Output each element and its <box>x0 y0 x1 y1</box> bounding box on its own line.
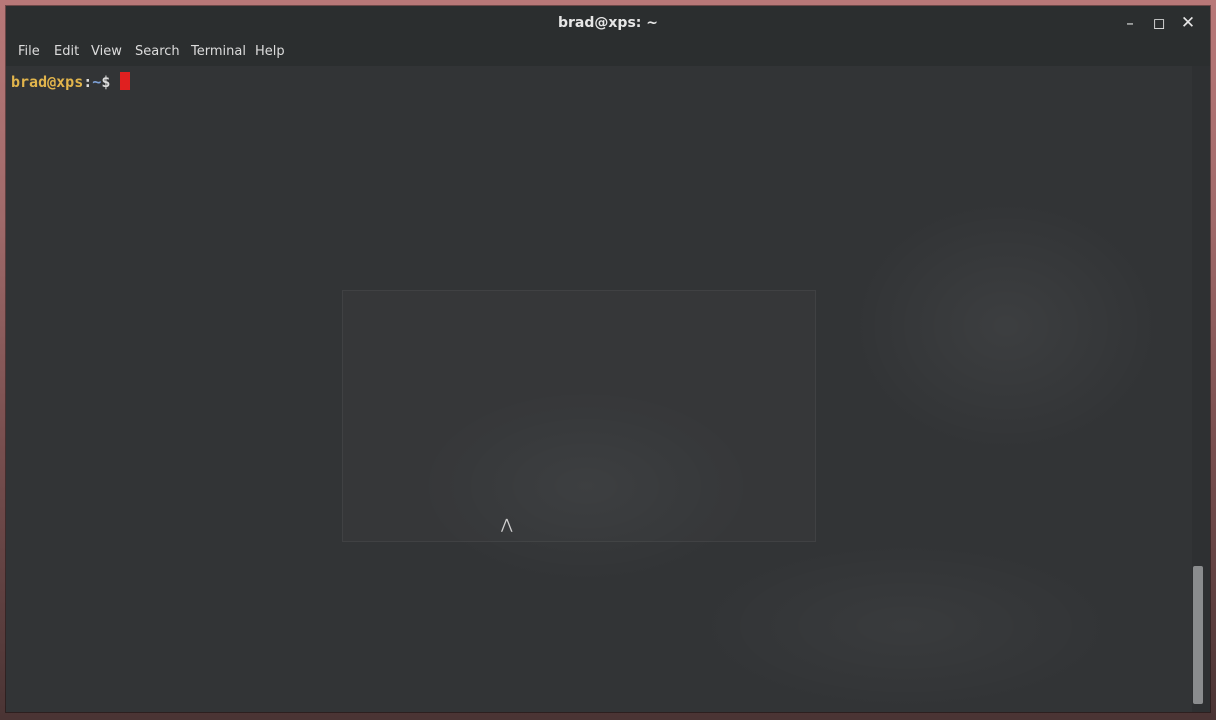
background-ghost-dialog <box>342 290 816 542</box>
terminal-area[interactable]: brad@xps:~$ ⋀ <box>6 66 1192 712</box>
minimize-button[interactable]: – <box>1119 12 1141 34</box>
menu-help[interactable]: Help <box>255 44 285 59</box>
menu-terminal[interactable]: Terminal <box>191 44 246 59</box>
terminal-window: brad@xps: ~ – ◻ ✕ File Edit View Search … <box>6 6 1210 712</box>
maximize-icon: ◻ <box>1152 14 1166 32</box>
menu-file[interactable]: File <box>18 44 40 59</box>
minimize-icon: – <box>1126 14 1134 32</box>
prompt-symbol: $ <box>101 73 111 91</box>
menu-bar: File Edit View Search Terminal Help <box>6 40 1210 67</box>
ibeam-mouse-cursor-icon: ⋀ <box>501 517 513 533</box>
maximize-button[interactable]: ◻ <box>1148 12 1170 34</box>
window-title: brad@xps: ~ <box>558 15 658 31</box>
title-bar[interactable]: brad@xps: ~ – ◻ ✕ <box>6 6 1210 40</box>
close-button[interactable]: ✕ <box>1177 12 1199 34</box>
text-cursor-block <box>120 72 131 90</box>
prompt-line: brad@xps:~$ <box>11 72 131 92</box>
menu-edit[interactable]: Edit <box>54 44 79 59</box>
prompt-separator: : <box>83 73 93 91</box>
prompt-path: ~ <box>92 73 102 91</box>
scrollbar-thumb[interactable] <box>1193 566 1203 704</box>
close-icon: ✕ <box>1180 13 1196 33</box>
menu-view[interactable]: View <box>91 44 122 59</box>
prompt-user-host: brad@xps <box>11 73 84 91</box>
menu-search[interactable]: Search <box>135 44 180 59</box>
scrollbar[interactable] <box>1192 66 1210 712</box>
